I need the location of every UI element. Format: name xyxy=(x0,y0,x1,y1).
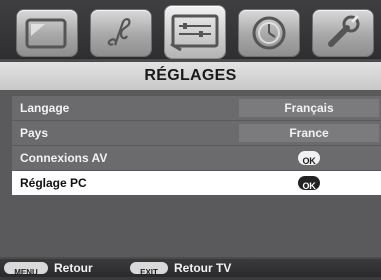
menu-item-connexions-av[interactable]: Connexions AV OK xyxy=(12,146,381,170)
menu-item-reglage-pc[interactable]: Réglage PC OK xyxy=(12,171,381,195)
tab-sound[interactable] xyxy=(91,10,151,56)
tab-settings[interactable] xyxy=(165,6,225,58)
menu-title-bar: RÉGLAGES xyxy=(0,62,381,90)
ok-label: OK xyxy=(302,156,316,166)
tab-picture[interactable] xyxy=(17,10,77,56)
tv-settings-osd: RÉGLAGES Langage Français Pays France Co… xyxy=(0,0,381,277)
tab-tools[interactable] xyxy=(313,10,373,56)
screen-icon xyxy=(25,18,67,49)
footer-hints: MENU Retour EXIT Retour TV xyxy=(0,259,381,277)
clock-icon xyxy=(252,16,286,50)
menu-item-label: Pays xyxy=(20,126,49,140)
menu-item-label: Connexions AV xyxy=(20,151,108,165)
language-value: Français xyxy=(284,101,334,115)
menu-item-label: Langage xyxy=(20,101,70,115)
ok-label: OK xyxy=(302,181,316,191)
exit-hint-text: Retour TV xyxy=(174,261,232,275)
menu-item-pays[interactable]: Pays France xyxy=(12,121,381,145)
page-title: RÉGLAGES xyxy=(144,67,237,84)
country-value: France xyxy=(289,126,329,140)
menu-key-label: MENU xyxy=(14,268,38,277)
menu-item-langage[interactable]: Langage Français xyxy=(12,96,381,120)
menu-icon-bar xyxy=(0,0,381,59)
settings-menu: Langage Français Pays France Connexions … xyxy=(0,90,381,257)
menu-item-label: Réglage PC xyxy=(20,176,87,190)
exit-key-icon: EXIT xyxy=(130,262,168,277)
menu-key-icon: MENU xyxy=(4,262,48,277)
country-value-field[interactable]: France xyxy=(239,124,379,142)
menu-hint-text: Retour xyxy=(54,261,93,275)
settings-sliders-icon xyxy=(170,14,219,52)
ok-button-icon[interactable]: OK xyxy=(298,151,320,166)
wrench-icon xyxy=(328,15,360,47)
tab-timer[interactable] xyxy=(239,10,299,56)
ok-button-icon[interactable]: OK xyxy=(298,176,320,191)
language-value-field[interactable]: Français xyxy=(239,99,379,117)
exit-key-label: EXIT xyxy=(140,268,158,277)
music-note-icon xyxy=(107,18,131,46)
